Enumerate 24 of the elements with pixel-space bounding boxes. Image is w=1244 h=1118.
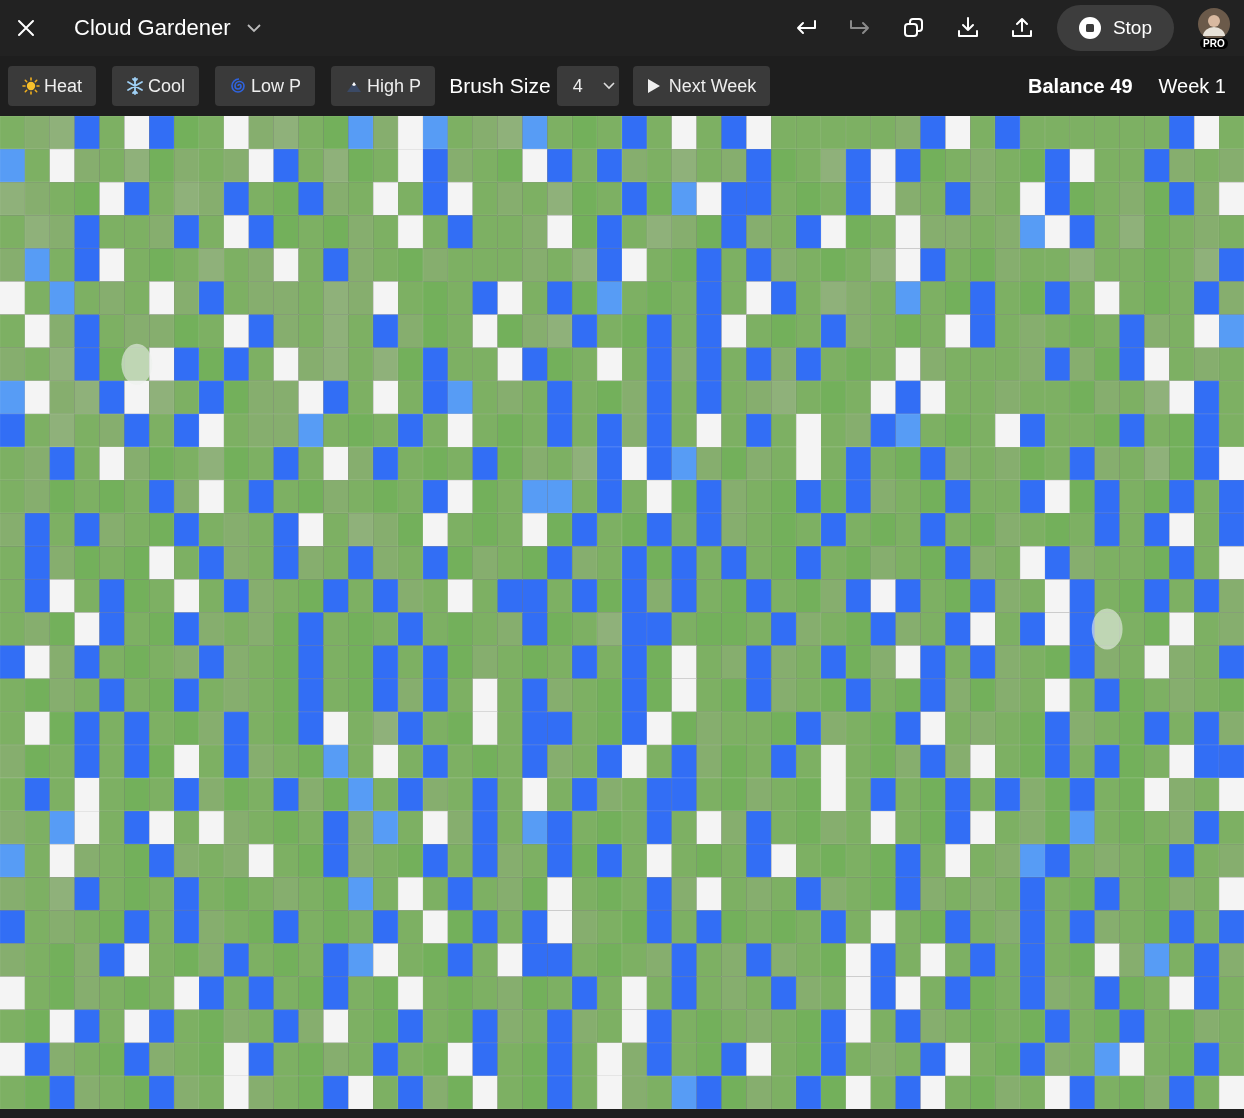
tool-button[interactable]: Low P xyxy=(215,66,316,106)
balance-text: Balance 49 xyxy=(1028,74,1133,98)
close-icon xyxy=(16,18,36,38)
tool-button[interactable]: Heat xyxy=(8,66,97,106)
play-icon xyxy=(646,78,661,94)
pro-badge: PRO xyxy=(1200,38,1228,49)
brush-size-label: Brush Size xyxy=(449,74,551,98)
window-title: Cloud Gardener xyxy=(74,15,231,41)
sun-icon xyxy=(22,77,40,95)
stop-button[interactable]: Stop xyxy=(1056,5,1174,51)
spiral-icon xyxy=(229,77,248,95)
next-week-button[interactable]: Next Week xyxy=(632,66,771,106)
snowflake-icon xyxy=(126,77,145,95)
chevron-down-icon[interactable] xyxy=(246,23,261,33)
game-grid-drawing[interactable] xyxy=(0,116,1244,1109)
chevron-down-icon xyxy=(602,82,615,90)
stop-icon xyxy=(1078,17,1101,39)
brush-size-select[interactable]: 4 xyxy=(556,66,619,106)
cloud-marker xyxy=(1091,608,1123,650)
cloud-marker xyxy=(121,343,153,385)
tool-button[interactable]: High P xyxy=(331,66,436,106)
avatar-icon[interactable] xyxy=(1198,8,1230,40)
tool-button[interactable]: Cool xyxy=(112,66,200,106)
week-text: Week 1 xyxy=(1158,74,1226,98)
